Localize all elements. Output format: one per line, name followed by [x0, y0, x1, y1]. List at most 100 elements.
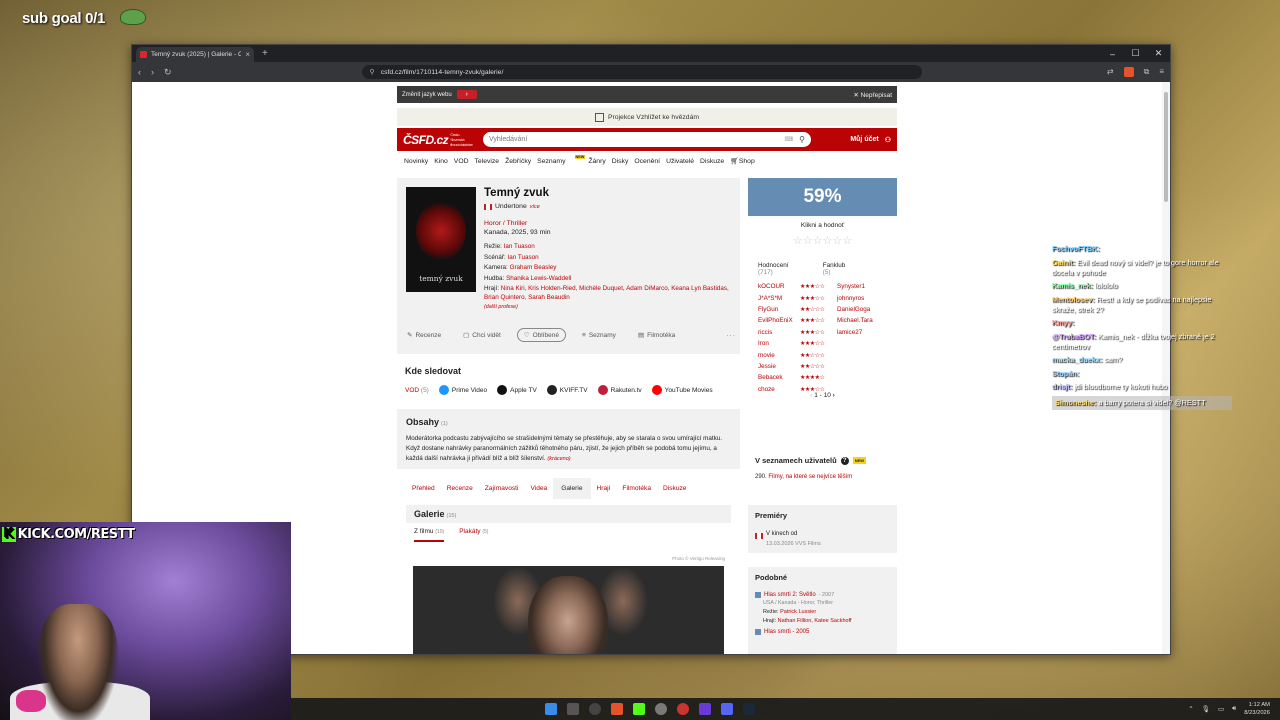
- cast-links[interactable]: Nina Kiri, Kris Holden-Ried, Michèle Duq…: [484, 285, 729, 301]
- nav-kino[interactable]: Kino: [434, 158, 448, 165]
- film-tab[interactable]: Hrají: [591, 479, 617, 498]
- streaming-service[interactable]: Rakuten.tv: [597, 385, 642, 395]
- brave-icon[interactable]: [611, 703, 623, 715]
- similar-cast-links[interactable]: Nathan Fillion, Katee Sackhoff: [778, 618, 852, 624]
- forward-icon[interactable]: ›: [151, 67, 154, 77]
- csfd-logo[interactable]: ČSFD.cz Česko-Slovenská filmová databáze: [403, 132, 473, 148]
- user-list-item[interactable]: 290. Filmy, na které se nejvíce těším: [755, 474, 890, 480]
- action-lists[interactable]: ≡ Seznamy: [576, 330, 622, 341]
- vod-label[interactable]: VOD (5): [405, 387, 429, 394]
- promo-banner[interactable]: Projekce Vzhlížet ke hvězdám: [397, 108, 897, 126]
- streaming-service[interactable]: YouTube Movies: [651, 385, 713, 395]
- rating-user[interactable]: Jessie: [758, 363, 800, 370]
- ratings-count-label[interactable]: Hodnocení (717): [758, 262, 823, 276]
- pager-prev-icon[interactable]: ‹: [810, 392, 812, 399]
- film-tab[interactable]: Recenze: [441, 479, 479, 498]
- microphone-icon[interactable]: 🎙︎: [1202, 705, 1210, 713]
- rating-user[interactable]: Iron: [758, 340, 800, 347]
- account-button[interactable]: Můj účet ⚇: [850, 136, 891, 144]
- rating-user[interactable]: FlyGun: [758, 306, 800, 313]
- nav-seznamy[interactable]: Seznamy NEW: [537, 154, 586, 165]
- rate-stars[interactable]: ☆☆☆☆☆☆: [748, 234, 897, 247]
- director-link[interactable]: Ian Tuason: [504, 243, 535, 250]
- nav-zanry[interactable]: Žánry: [588, 158, 605, 165]
- gallery-tab-film[interactable]: Z filmu (10): [414, 528, 445, 542]
- rating-user[interactable]: movie: [758, 352, 800, 359]
- steam-icon[interactable]: [743, 703, 755, 715]
- fanclub-label[interactable]: Fanklub (5): [823, 262, 873, 276]
- action-filmoteka[interactable]: ▤ Filmotéka: [632, 329, 681, 341]
- search-input[interactable]: Vyhledávání ⌨ ⚲: [483, 132, 811, 147]
- pager-next-icon[interactable]: ›: [833, 392, 835, 399]
- task-view-icon[interactable]: [567, 703, 579, 715]
- action-want-to-see[interactable]: ▢ Chci vidět: [457, 329, 507, 341]
- nav-vod[interactable]: VOD: [454, 158, 469, 165]
- nav-diskuze[interactable]: Diskuze: [700, 158, 724, 165]
- new-tab-button[interactable]: +: [262, 48, 268, 59]
- rating-user[interactable]: kOCOUR: [758, 283, 800, 290]
- action-review[interactable]: ✎ Recenze: [401, 329, 447, 341]
- translate-icon[interactable]: ⇄: [1107, 67, 1114, 77]
- writer-link[interactable]: Ian Tuason: [507, 254, 538, 261]
- similar-director-link[interactable]: Patrick Lussier: [780, 609, 816, 615]
- reload-icon[interactable]: ↻: [164, 67, 172, 78]
- film-tab[interactable]: Přehled: [406, 479, 441, 498]
- obs-icon[interactable]: [655, 703, 667, 715]
- twitch-icon[interactable]: [699, 703, 711, 715]
- nav-zebricky[interactable]: Žebříčky: [505, 158, 531, 165]
- rating-user[interactable]: riccis: [758, 329, 800, 336]
- app-icon[interactable]: [589, 703, 601, 715]
- gallery-tab-posters[interactable]: Plakáty (5): [459, 528, 488, 542]
- similar-item-title[interactable]: Hlas smrti 2: Světlo: [764, 592, 816, 598]
- streaming-service[interactable]: Prime Video: [438, 385, 487, 395]
- close-tab-icon[interactable]: ×: [245, 50, 250, 59]
- fanclub-user[interactable]: Michael.Tara: [837, 317, 873, 324]
- help-icon[interactable]: ?: [840, 456, 849, 465]
- keyboard-icon[interactable]: ⌨: [784, 136, 793, 143]
- gallery-photo[interactable]: [413, 566, 724, 654]
- site-info-icon[interactable]: ⚲: [370, 68, 375, 76]
- nav-novinky[interactable]: Novinky: [404, 158, 428, 165]
- discord-icon[interactable]: [721, 703, 733, 715]
- minimize-button[interactable]: –: [1101, 49, 1124, 59]
- start-icon[interactable]: [545, 703, 557, 715]
- more-creators-link[interactable]: (další profese): [484, 302, 734, 313]
- search-icon[interactable]: ⚲: [799, 135, 805, 144]
- back-icon[interactable]: ‹: [138, 67, 141, 77]
- more-actions-icon[interactable]: ···: [727, 332, 737, 339]
- plot-more-link[interactable]: (kráceno): [547, 456, 570, 462]
- film-tab[interactable]: Filmotéka: [616, 479, 657, 498]
- film-tab[interactable]: Zajímavosti: [479, 479, 525, 498]
- streaming-service[interactable]: KVIFF.TV: [546, 385, 588, 395]
- nav-televize[interactable]: Televize: [475, 158, 500, 165]
- fanclub-user[interactable]: DanielGoga: [837, 306, 870, 313]
- browser-tab[interactable]: Temný zvuk (2025) | Galerie - Č ×: [136, 47, 254, 62]
- streaming-service[interactable]: Apple TV: [497, 385, 537, 395]
- nav-uzivatele[interactable]: Uživatelé: [666, 158, 694, 165]
- nav-oceneni[interactable]: Ocenění: [634, 158, 660, 165]
- media-icon[interactable]: [677, 703, 689, 715]
- film-poster[interactable]: temný zvuk: [406, 187, 476, 292]
- nav-disky[interactable]: Disky: [612, 158, 629, 165]
- film-tab[interactable]: Videa: [524, 479, 553, 498]
- film-tab[interactable]: Diskuze: [657, 479, 692, 498]
- fanclub-user[interactable]: lamice27: [837, 329, 862, 336]
- clock[interactable]: 1:12 AM 8/23/2026: [1244, 701, 1270, 717]
- film-tab[interactable]: Galerie: [553, 477, 591, 499]
- language-bar-close[interactable]: ✕ Nepřepisat: [853, 91, 892, 99]
- action-favorite[interactable]: ♡ Oblíbené: [516, 328, 567, 342]
- url-field[interactable]: ⚲ csfd.cz/film/1710114-temny-zvuk/galeri…: [361, 65, 922, 79]
- similar-item-2-title[interactable]: Hlas smrti - 2005: [764, 629, 809, 635]
- maximize-button[interactable]: ☐: [1124, 48, 1147, 59]
- extensions-icon[interactable]: ⧉: [1144, 67, 1150, 77]
- language-flag-button[interactable]: ›: [456, 90, 477, 99]
- tray-chevron-icon[interactable]: ⌃: [1188, 705, 1193, 713]
- genres[interactable]: Horor / Thriller: [484, 220, 734, 227]
- original-more-link[interactable]: více: [530, 204, 540, 210]
- fanclub-user[interactable]: johnnyros: [837, 295, 864, 302]
- fanclub-user[interactable]: Synyster1: [837, 283, 865, 290]
- rating-user[interactable]: J*A*S*M: [758, 295, 800, 302]
- close-window-button[interactable]: ✕: [1147, 48, 1170, 59]
- scrollbar-thumb[interactable]: [1164, 92, 1168, 202]
- music-link[interactable]: Shanika Lewis-Waddell: [506, 275, 571, 282]
